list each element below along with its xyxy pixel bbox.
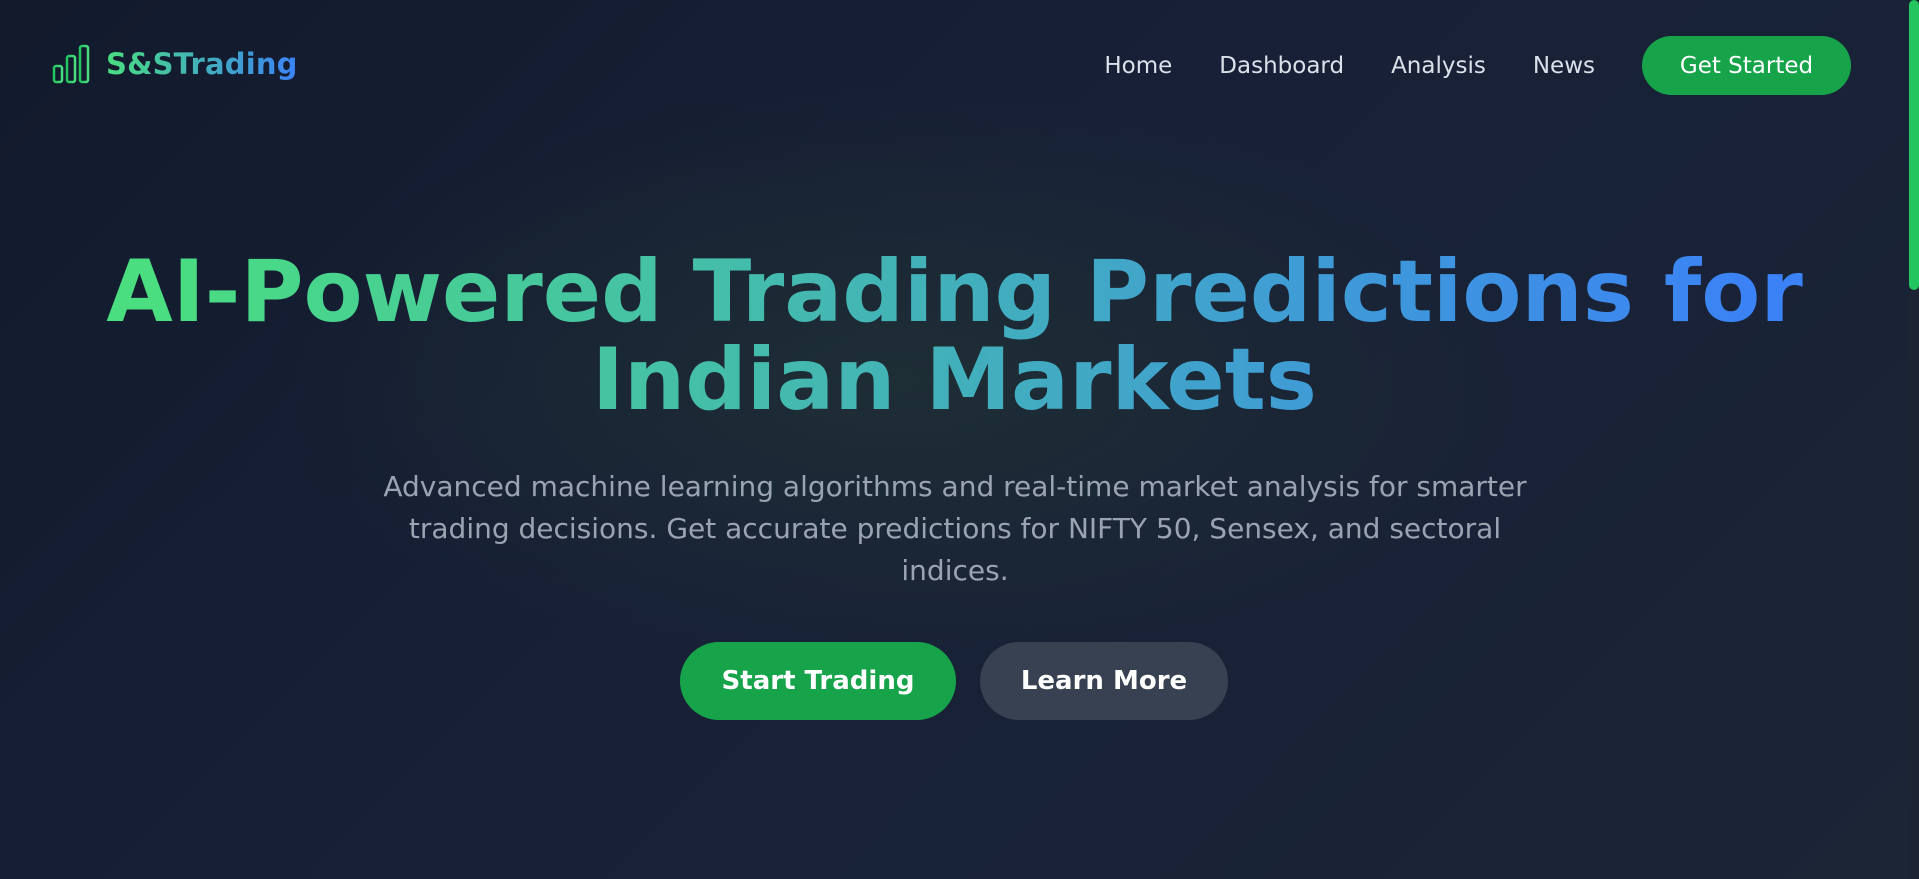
hero-subtitle: Advanced machine learning algorithms and… xyxy=(383,470,1527,587)
hero-cta-group: Start Trading Learn More xyxy=(680,642,1228,720)
nav-item-analysis[interactable]: Analysis xyxy=(1391,53,1486,79)
brand-name: S&STrading xyxy=(106,47,298,81)
get-started-button[interactable]: Get Started xyxy=(1642,36,1851,95)
bar-chart-icon xyxy=(52,44,92,84)
page-scrollbar[interactable] xyxy=(1909,0,1919,879)
brand-logo-link[interactable]: S&STrading xyxy=(52,44,298,84)
hero-title-line1: AI-Powered Trading Predictions for xyxy=(106,242,1803,342)
scrollbar-thumb[interactable] xyxy=(1909,0,1919,290)
nav-item-dashboard[interactable]: Dashboard xyxy=(1219,53,1344,79)
start-trading-button[interactable]: Start Trading xyxy=(680,642,956,720)
nav-item-news[interactable]: News xyxy=(1533,53,1595,79)
top-navbar: S&STrading Home Dashboard Analysis News … xyxy=(0,0,1909,130)
main-nav: Home Dashboard Analysis News Get Started xyxy=(1104,36,1851,95)
hero-title-line2: Indian Markets xyxy=(592,330,1317,430)
learn-more-button[interactable]: Learn More xyxy=(980,642,1228,720)
hero-title: AI-Powered Trading Predictions for Indian… xyxy=(0,248,1909,424)
nav-item-home[interactable]: Home xyxy=(1104,53,1172,79)
